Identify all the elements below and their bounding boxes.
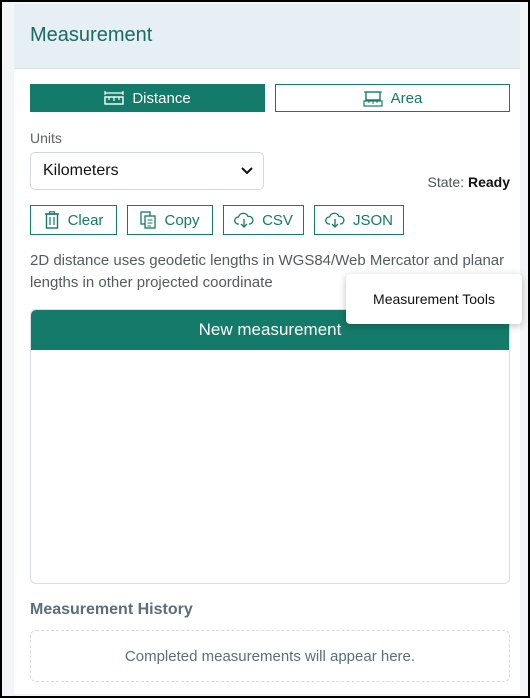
- state-value: Ready: [467, 174, 510, 190]
- json-button-label: JSON: [352, 211, 393, 229]
- measurement-tools-tooltip: Measurement Tools: [346, 274, 522, 324]
- trash-icon: [44, 211, 60, 229]
- clear-button[interactable]: Clear: [30, 205, 117, 235]
- cloud-download-icon: [234, 212, 254, 228]
- json-download-button[interactable]: JSON: [314, 205, 404, 235]
- cloud-download-icon: [325, 212, 345, 228]
- copy-button-label: Copy: [164, 211, 200, 229]
- measurement-panel: Measurement Distance Area Units Kilomete…: [14, 4, 522, 694]
- panel-title: Measurement: [30, 24, 153, 46]
- copy-button[interactable]: Copy: [127, 205, 213, 235]
- csv-download-button[interactable]: CSV: [223, 205, 304, 235]
- units-select[interactable]: Kilometers: [30, 152, 264, 190]
- panel-header: Measurement: [14, 4, 520, 69]
- area-icon: [363, 89, 383, 107]
- app-frame: Measurement Distance Area Units Kilomete…: [0, 0, 530, 698]
- tab-distance-label: Distance: [132, 89, 191, 107]
- clear-button-label: Clear: [67, 211, 104, 229]
- units-label: Units: [30, 130, 62, 146]
- copy-icon: [140, 211, 157, 229]
- state-label: State:: [427, 174, 465, 190]
- ruler-icon: [104, 91, 125, 105]
- history-title: Measurement History: [30, 601, 193, 618]
- tab-area[interactable]: Area: [275, 84, 510, 112]
- new-measurement-card: New measurement: [30, 309, 510, 584]
- tab-distance[interactable]: Distance: [30, 84, 265, 112]
- csv-button-label: CSV: [262, 211, 293, 229]
- chevron-down-icon: [241, 167, 253, 175]
- state-indicator: State: Ready: [427, 174, 510, 190]
- units-selected-value: Kilometers: [43, 162, 119, 179]
- history-empty-state: Completed measurements will appear here.: [30, 630, 510, 682]
- tab-area-label: Area: [390, 89, 423, 107]
